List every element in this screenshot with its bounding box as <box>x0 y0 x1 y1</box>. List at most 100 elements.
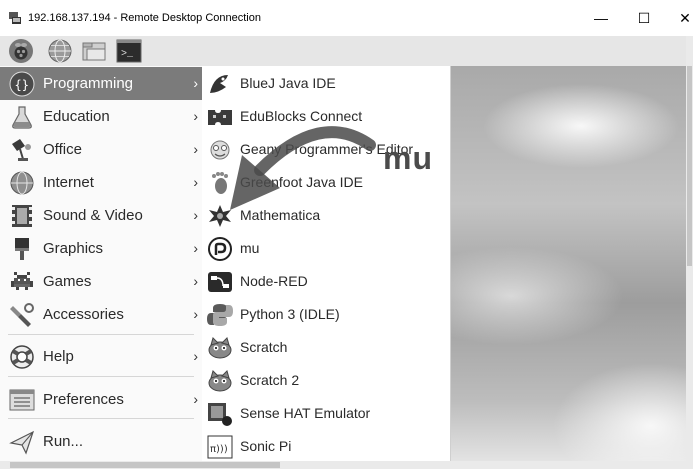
web-browser-icon[interactable] <box>47 38 73 64</box>
menu-label: Run... <box>43 433 84 450</box>
menu-item-accessories[interactable]: Accessories › <box>0 298 202 331</box>
sound-video-icon <box>12 205 32 227</box>
submenu-label: mu <box>240 240 260 256</box>
submenu-item-sense-hat[interactable]: Sense HAT Emulator <box>202 397 450 430</box>
menu-separator <box>8 418 194 419</box>
chevron-right-icon: › <box>193 391 198 407</box>
python-icon <box>207 304 233 326</box>
node-red-icon <box>208 272 232 292</box>
submenu-item-bluej[interactable]: BlueJ Java IDE <box>202 67 450 100</box>
submenu-item-mathematica[interactable]: Mathematica <box>202 199 450 232</box>
submenu-item-node-red[interactable]: Node-RED <box>202 265 450 298</box>
submenu-item-scratch2[interactable]: Scratch 2 <box>202 364 450 397</box>
menu-item-help[interactable]: Help › <box>0 340 202 373</box>
submenu-item-scratch[interactable]: Scratch <box>202 331 450 364</box>
vertical-scrollbar[interactable] <box>686 36 693 461</box>
svg-text:π))): π))) <box>210 444 228 455</box>
menu-label: Help <box>43 348 74 365</box>
chevron-right-icon: › <box>193 306 198 322</box>
menu-label: Internet <box>43 174 94 191</box>
submenu-item-sonic-pi[interactable]: π))) Sonic Pi <box>202 430 450 463</box>
submenu-label: Node-RED <box>240 273 308 289</box>
scratch-icon <box>208 337 232 359</box>
geany-icon <box>210 140 230 160</box>
games-icon <box>11 272 33 290</box>
menu-label: Education <box>43 108 110 125</box>
sense-hat-icon <box>208 403 232 426</box>
main-menu: {} Programming › Education › Office › In… <box>0 66 203 461</box>
submenu-item-mu[interactable]: mu <box>202 232 450 265</box>
svg-text:{}: {} <box>15 78 29 92</box>
menu-item-games[interactable]: Games › <box>0 265 202 298</box>
internet-icon <box>10 171 34 195</box>
menu-item-graphics[interactable]: Graphics › <box>0 232 202 265</box>
edublocks-icon <box>208 110 232 125</box>
programming-submenu: BlueJ Java IDE EduBlocks Connect Geany P… <box>202 66 451 461</box>
submenu-label: Python 3 (IDLE) <box>240 306 340 322</box>
menu-separator <box>8 334 194 335</box>
submenu-label: Scratch 2 <box>240 372 300 388</box>
chevron-right-icon: › <box>193 174 198 190</box>
menu-item-sound-video[interactable]: Sound & Video › <box>0 199 202 232</box>
title-bar: 192.168.137.194 - Remote Desktop Connect… <box>0 0 693 36</box>
mu-icon <box>208 237 232 261</box>
menu-label: Graphics <box>43 240 104 257</box>
submenu-label: BlueJ Java IDE <box>240 75 336 91</box>
submenu-item-python3[interactable]: Python 3 (IDLE) <box>202 298 450 331</box>
menu-label: Games <box>43 273 92 290</box>
desktop-wallpaper <box>451 66 688 461</box>
chevron-right-icon: › <box>193 75 198 91</box>
bluej-icon <box>210 75 228 93</box>
svg-text:>_: >_ <box>121 49 134 60</box>
menu-separator <box>8 376 194 377</box>
help-icon <box>10 345 34 369</box>
raspberry-icon[interactable] <box>8 38 34 64</box>
scratch2-icon <box>208 370 232 392</box>
menu-item-run[interactable]: Run... <box>0 425 202 458</box>
top-panel: >_ <box>0 36 693 67</box>
office-icon <box>12 139 31 161</box>
chevron-right-icon: › <box>193 348 198 364</box>
submenu-label: Scratch <box>240 339 288 355</box>
programming-icon: {} <box>9 71 35 97</box>
window-title: 192.168.137.194 - Remote Desktop Connect… <box>28 12 261 24</box>
horizontal-scrollbar[interactable] <box>0 461 693 469</box>
submenu-item-edublocks[interactable]: EduBlocks Connect <box>202 100 450 133</box>
submenu-label: Sonic Pi <box>240 438 292 454</box>
run-icon <box>9 430 35 455</box>
submenu-label: Mathematica <box>240 207 321 223</box>
submenu-label: Greenfoot Java IDE <box>240 174 363 190</box>
graphics-icon <box>15 238 29 260</box>
menu-item-preferences[interactable]: Preferences › <box>0 383 202 416</box>
scrollbar-thumb[interactable] <box>687 66 692 266</box>
minimize-button[interactable]: — <box>586 8 616 28</box>
accessories-icon <box>10 303 34 327</box>
menu-label: Preferences <box>43 391 124 408</box>
remote-desktop-icon <box>9 12 21 24</box>
preferences-icon <box>9 389 35 411</box>
sonic-pi-icon: π))) <box>207 435 233 459</box>
menu-item-internet[interactable]: Internet › <box>0 166 202 199</box>
chevron-right-icon: › <box>193 141 198 157</box>
menu-label: Programming <box>43 75 134 92</box>
file-manager-icon[interactable] <box>81 38 107 64</box>
terminal-icon[interactable]: >_ <box>116 38 142 64</box>
close-button[interactable]: ✕ <box>670 8 693 28</box>
chevron-right-icon: › <box>193 207 198 223</box>
mathematica-icon <box>209 205 231 227</box>
greenfoot-icon <box>212 172 228 194</box>
chevron-right-icon: › <box>193 240 198 256</box>
annotation-label: mu <box>383 140 433 176</box>
menu-item-programming[interactable]: {} Programming › <box>0 67 202 100</box>
maximize-button[interactable]: ☐ <box>629 8 659 28</box>
menu-item-office[interactable]: Office › <box>0 133 202 166</box>
submenu-label: Sense HAT Emulator <box>240 405 371 421</box>
menu-label: Office <box>43 141 82 158</box>
menu-label: Accessories <box>43 306 124 323</box>
menu-label: Sound & Video <box>43 207 143 224</box>
menu-item-education[interactable]: Education › <box>0 100 202 133</box>
submenu-label: EduBlocks Connect <box>240 108 363 124</box>
chevron-right-icon: › <box>193 273 198 289</box>
chevron-right-icon: › <box>193 108 198 124</box>
scrollbar-thumb[interactable] <box>10 462 280 468</box>
